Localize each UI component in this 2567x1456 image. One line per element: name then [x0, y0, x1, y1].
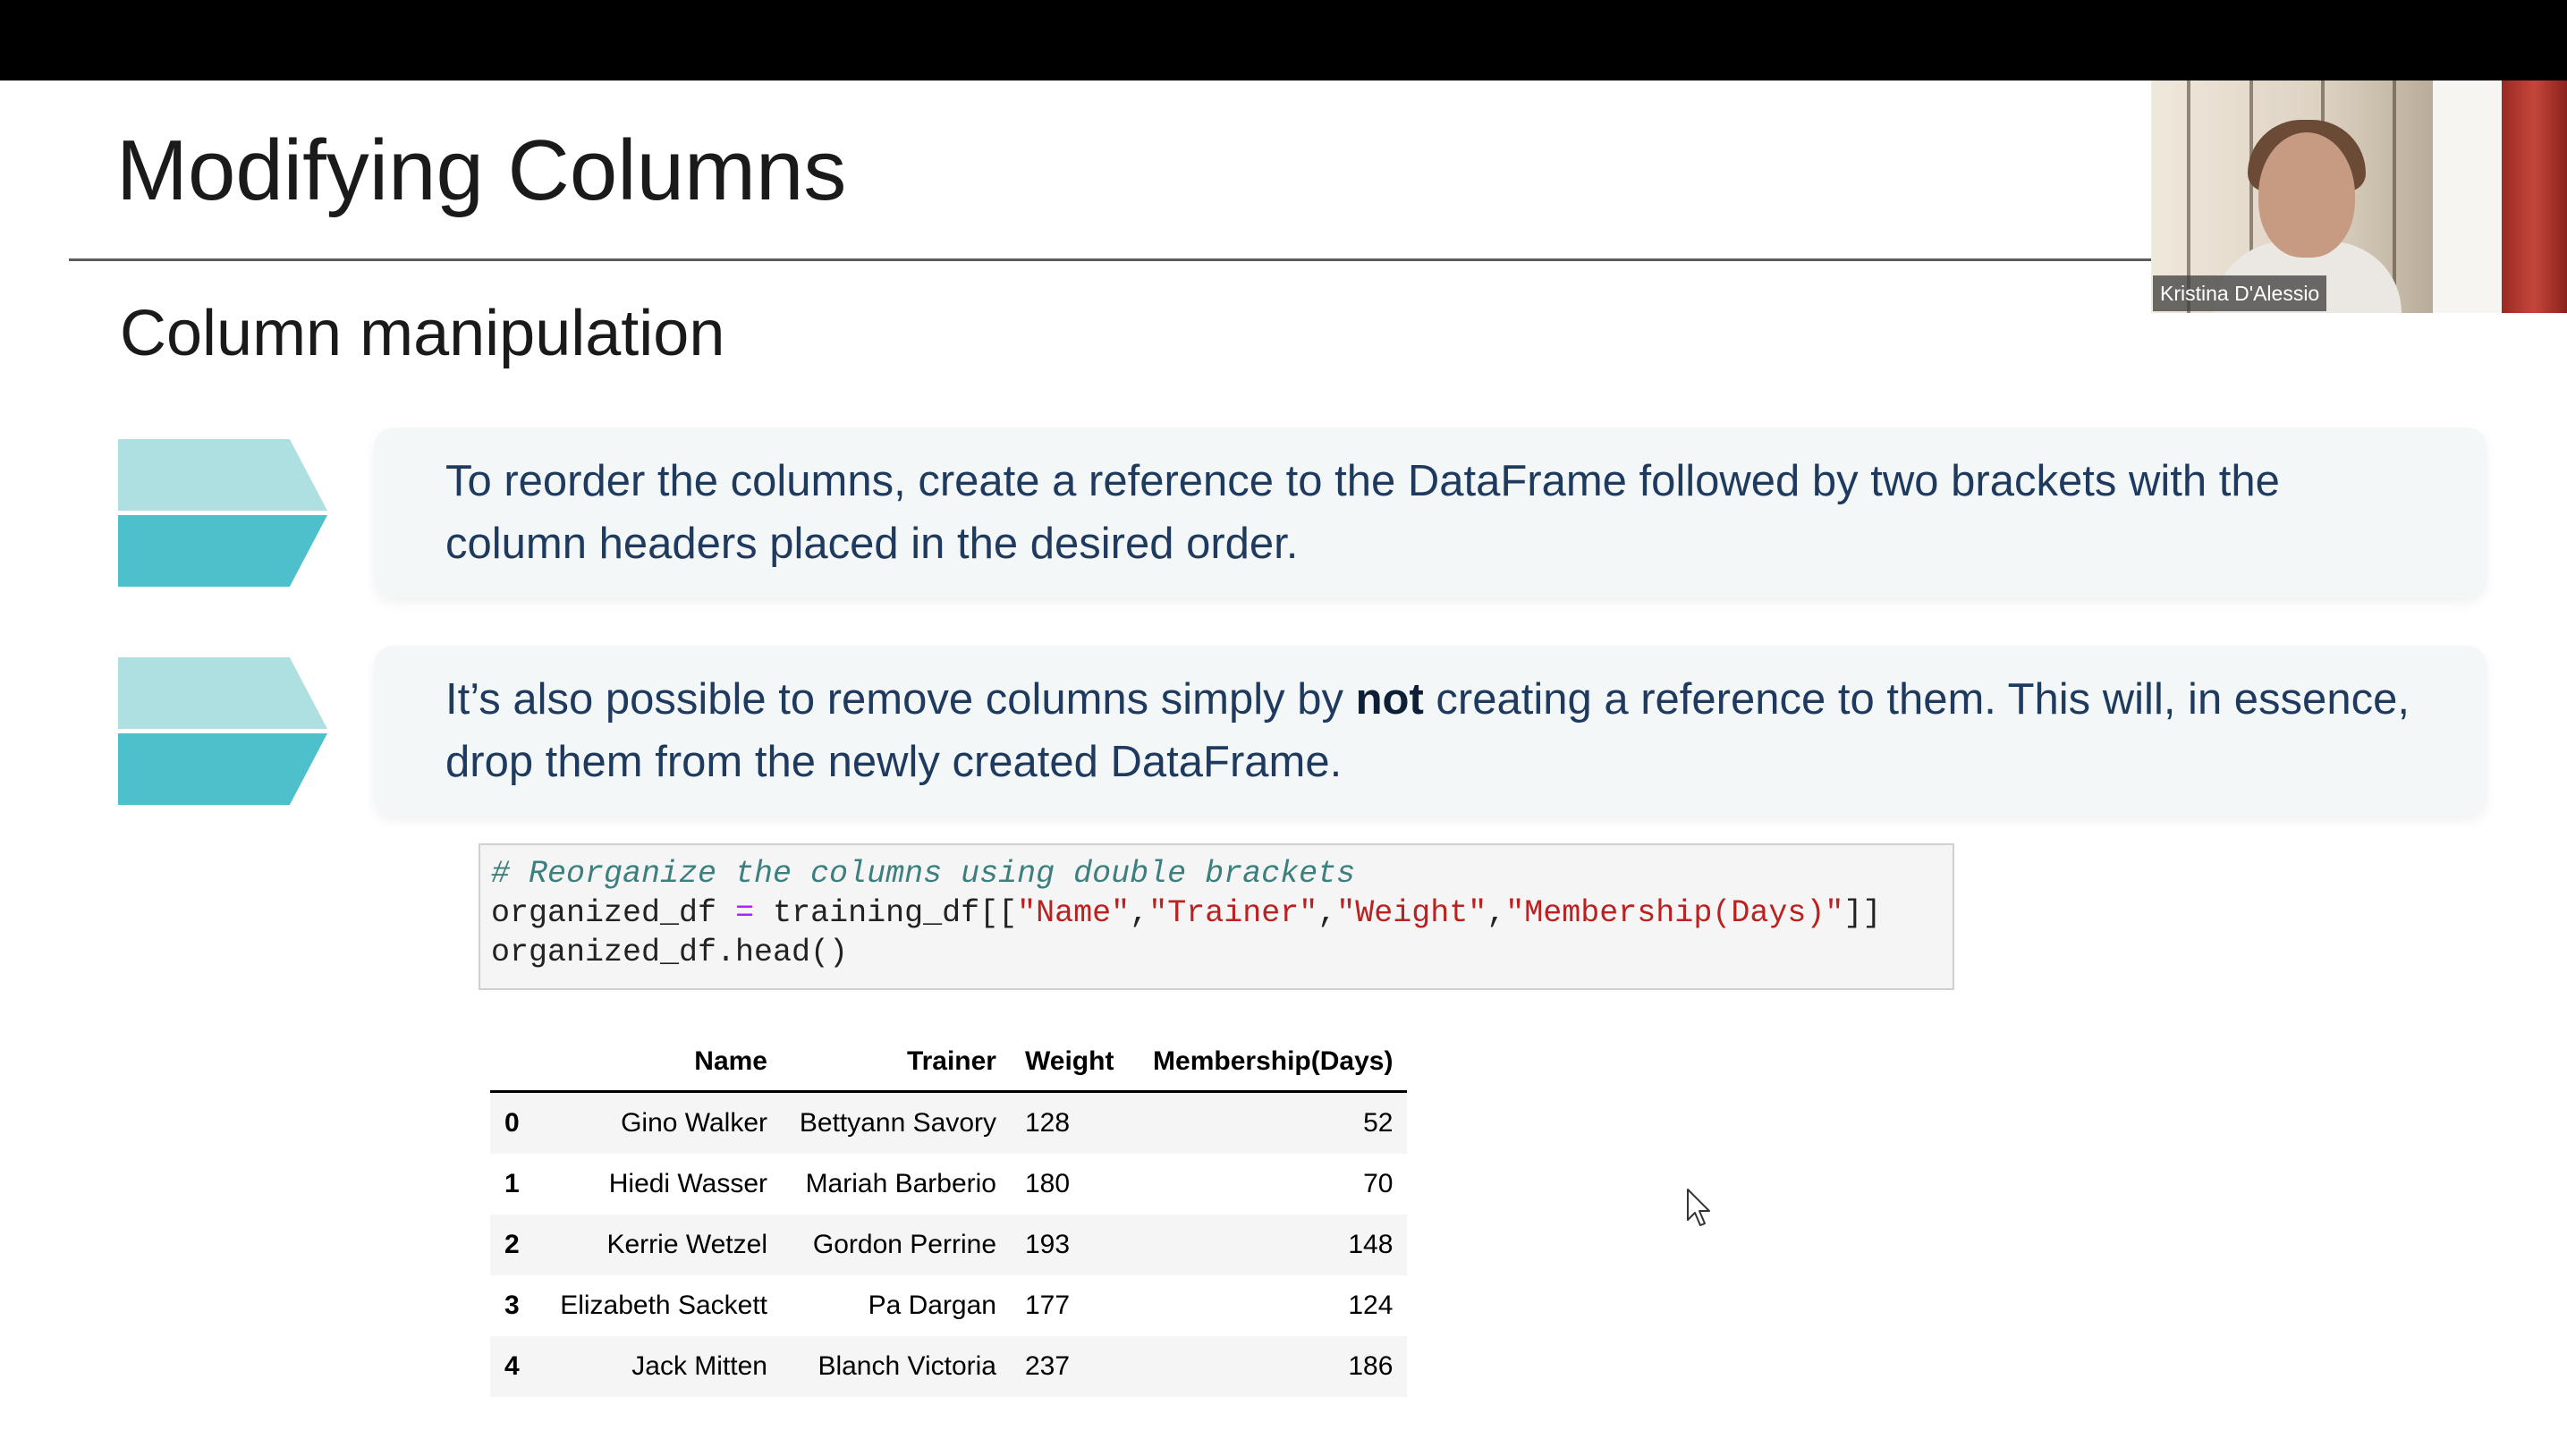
- cell-membership: 148: [1348, 1230, 1394, 1259]
- row-index: 1: [504, 1169, 520, 1198]
- table-row: 1 Hiedi Wasser Mariah Barberio 180 70: [490, 1154, 1408, 1215]
- cell-trainer: Blanch Victoria: [818, 1351, 996, 1381]
- cell-weight: 180: [1025, 1169, 1071, 1198]
- cell-name: Kerrie Wetzel: [606, 1230, 767, 1259]
- cell-trainer: Bettyann Savory: [799, 1108, 996, 1138]
- column-header-name: Name: [546, 1033, 782, 1093]
- code-line-assign: organized_df = training_df[["Name","Trai…: [491, 895, 1882, 931]
- row-index: 0: [504, 1108, 520, 1138]
- cell-name: Jack Mitten: [631, 1351, 767, 1381]
- table-row: 2 Kerrie Wetzel Gordon Perrine 193 148: [490, 1215, 1408, 1275]
- code-cell[interactable]: # Reorganize the columns using double br…: [479, 843, 1954, 990]
- cell-trainer: Pa Dargan: [868, 1291, 996, 1320]
- top-black-bar: [0, 0, 2567, 80]
- cell-trainer: Mariah Barberio: [805, 1169, 996, 1198]
- column-header-weight: Weight: [1011, 1033, 1129, 1093]
- cell-trainer: Gordon Perrine: [812, 1230, 996, 1259]
- dataframe-output-table: Name Trainer Weight Membership(Days) 0 G…: [490, 1033, 1408, 1397]
- slide-subtitle: Column manipulation: [120, 298, 725, 369]
- bullet-text: It’s also possible to remove columns sim…: [445, 675, 2410, 786]
- table-header-row: Name Trainer Weight Membership(Days): [490, 1033, 1408, 1093]
- table-row: 3 Elizabeth Sackett Pa Dargan 177 124: [490, 1275, 1408, 1336]
- column-header-membership: Membership(Days): [1128, 1033, 1408, 1093]
- cell-name: Gino Walker: [621, 1108, 767, 1138]
- bullet-text: To reorder the columns, create a referen…: [445, 457, 2280, 568]
- bullet-box-remove: It’s also possible to remove columns sim…: [374, 646, 2487, 816]
- cell-weight: 128: [1025, 1108, 1071, 1138]
- cell-name: Elizabeth Sackett: [560, 1291, 767, 1320]
- presenter-face: [2258, 132, 2355, 258]
- row-index: 3: [504, 1291, 520, 1320]
- table-row: 0 Gino Walker Bettyann Savory 128 52: [490, 1091, 1408, 1154]
- participant-name-label: Kristina D'Alessio: [2153, 275, 2327, 311]
- mouse-pointer-icon: [1687, 1189, 1710, 1226]
- table-row: 4 Jack Mitten Blanch Victoria 237 186: [490, 1336, 1408, 1397]
- cell-membership: 186: [1348, 1351, 1394, 1381]
- row-index: 2: [504, 1230, 520, 1259]
- cell-weight: 177: [1025, 1291, 1071, 1320]
- row-index: 4: [504, 1351, 520, 1381]
- column-header-trainer: Trainer: [782, 1033, 1011, 1093]
- bold-emphasis: not: [1355, 675, 1424, 724]
- cell-weight: 237: [1025, 1351, 1071, 1381]
- bullet-chevron-icon: [118, 439, 327, 587]
- title-divider: [69, 258, 2153, 261]
- bullet-box-reorder: To reorder the columns, create a referen…: [374, 427, 2487, 597]
- column-header-index: [490, 1033, 546, 1093]
- cell-membership: 124: [1348, 1291, 1394, 1320]
- cell-membership: 52: [1363, 1108, 1394, 1138]
- code-comment: # Reorganize the columns using double br…: [491, 856, 1356, 892]
- bullet-chevron-icon: [118, 657, 327, 805]
- cell-name: Hiedi Wasser: [608, 1169, 767, 1198]
- slide-title: Modifying Columns: [116, 123, 847, 218]
- cell-weight: 193: [1025, 1230, 1071, 1259]
- cell-membership: 70: [1363, 1169, 1394, 1198]
- code-line-head: organized_df.head(): [491, 935, 849, 970]
